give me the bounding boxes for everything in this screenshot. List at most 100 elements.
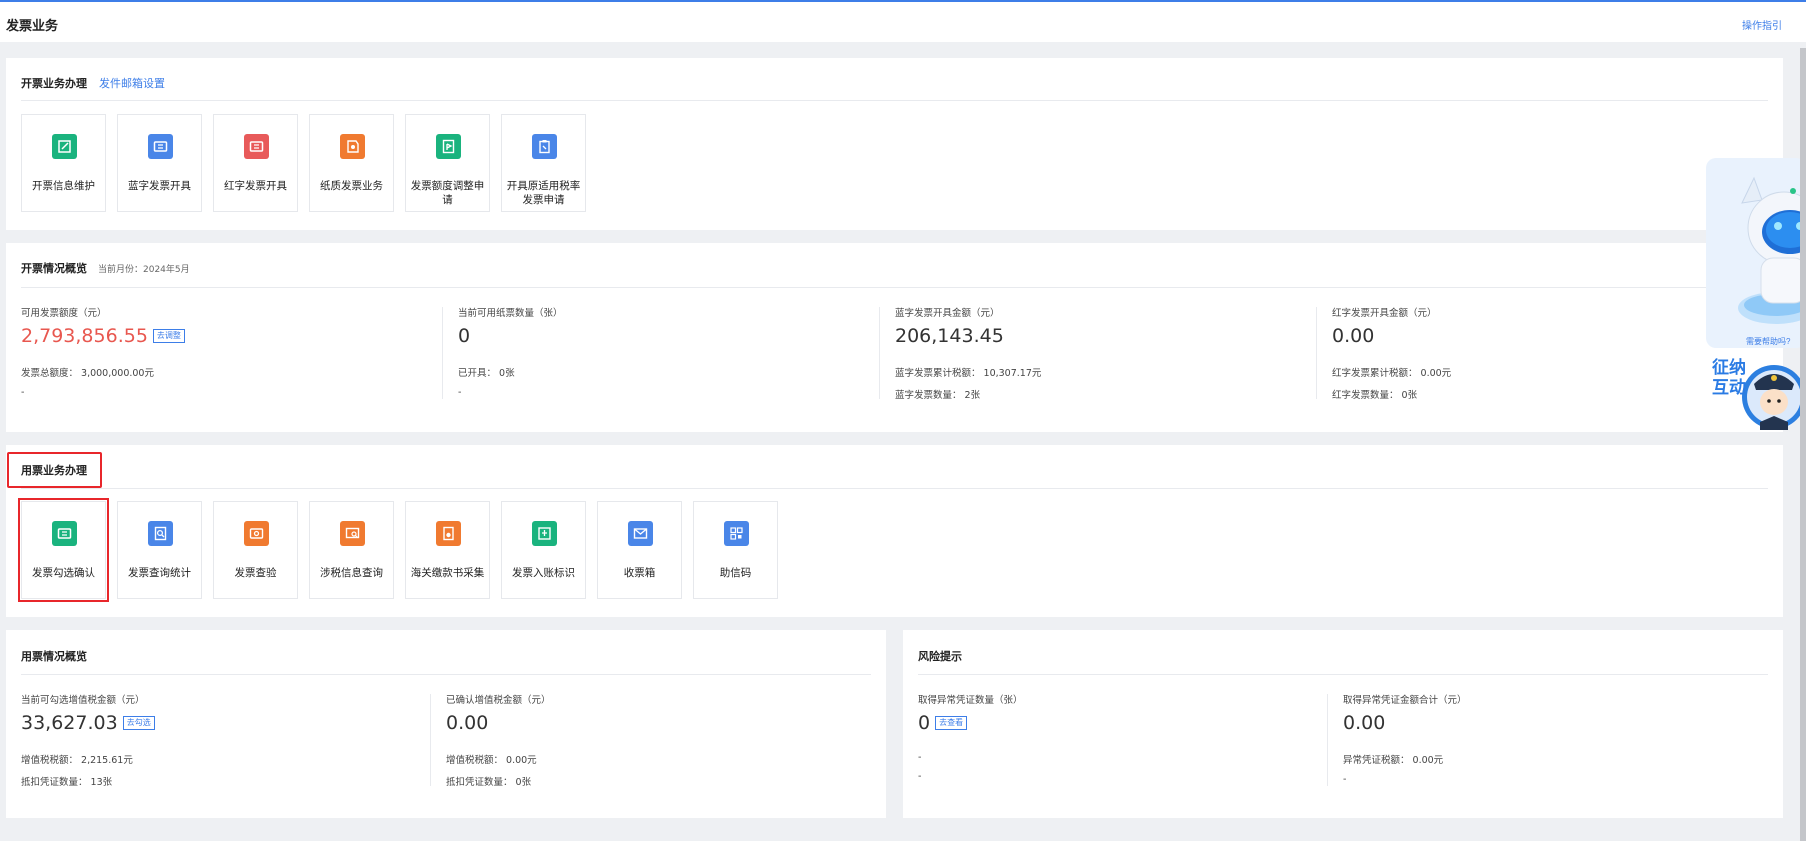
- column-divider: [442, 307, 443, 399]
- stat-detail: 已开具： 0张: [458, 368, 515, 379]
- usage-op-tile[interactable]: 发票勾选确认: [18, 498, 109, 602]
- stat-value-row: 206,143.45: [895, 325, 1041, 347]
- stat-value: 0.00: [1343, 712, 1386, 734]
- interaction-avatar[interactable]: 征纳互动: [1706, 352, 1806, 442]
- usage-op-tile-label: 发票入账标识: [512, 567, 575, 579]
- ticket-icon: [148, 134, 173, 159]
- risk-stat: 取得异常凭证数量（张） 0 去查看 - -: [918, 692, 1023, 782]
- stat-value: 2,793,856.55: [21, 325, 148, 347]
- usage-op-tile[interactable]: 发票查验: [213, 501, 298, 599]
- stat-value-row: 2,793,856.55 去调整: [21, 325, 185, 347]
- stat-value: 0: [458, 325, 471, 347]
- page-header: 发票业务 操作指引: [0, 2, 1806, 42]
- divider: [21, 488, 1768, 489]
- stat-value-row: 0.00: [446, 712, 551, 734]
- stat-detail: 红字发票数量： 0张: [1332, 390, 1418, 401]
- invoice-op-tile[interactable]: 蓝字发票开具: [117, 114, 202, 212]
- usage-stat: 当前可勾选增值税金额（元） 33,627.03 去勾选增值税税额： 2,215.61…: [21, 692, 155, 788]
- invoice-op-tile[interactable]: 开具原适用税率发票申请: [501, 114, 586, 212]
- guide-link[interactable]: 操作指引: [1742, 17, 1782, 32]
- usage-op-tile[interactable]: 发票入账标识: [501, 501, 586, 599]
- stat-label: 蓝字发票开具金额（元）: [895, 308, 1000, 319]
- adjust-icon: [436, 134, 461, 159]
- stat-detail: 增值税税额： 2,215.61元: [21, 755, 133, 766]
- invoice-op-tile-label: 开具原适用税率发票申请: [506, 180, 581, 206]
- ticket-icon: [52, 521, 77, 546]
- divider: [21, 674, 871, 675]
- stat-value-row: 0.00: [1343, 712, 1467, 734]
- stat-action-button[interactable]: 去勾选: [122, 716, 155, 730]
- stat-value: 33,627.03: [21, 712, 118, 734]
- stat-detail: -: [1343, 774, 1347, 785]
- stat-detail: 增值税税额： 0.00元: [446, 755, 537, 766]
- scrollbar[interactable]: [1800, 48, 1806, 841]
- search-doc-icon: [148, 521, 173, 546]
- divider: [21, 100, 1768, 101]
- usage-stat: 已确认增值税金额（元） 0.00 增值税税额： 0.00元 抵扣凭证数量： 0张: [446, 692, 551, 788]
- usage-op-tile-label: 海关缴款书采集: [410, 567, 485, 579]
- stat-value: 0: [918, 712, 931, 734]
- invoice-op-tile[interactable]: 红字发票开具: [213, 114, 298, 212]
- issuance-stat: 红字发票开具金额（元） 0.00 红字发票累计税额： 0.00元 红字发票数量： 0张: [1332, 305, 1451, 401]
- issuance-overview-card: 开票情况概览 当前月份：2024年5月 可用发票额度（元） 2,793,856.5…: [6, 243, 1783, 432]
- stat-label: 取得异常凭证数量（张）: [918, 695, 1023, 706]
- highlight-box-usage-title: [7, 452, 102, 488]
- issuance-stat: 蓝字发票开具金额（元） 206,143.45 蓝字发票累计税额： 10,307.17…: [895, 305, 1041, 401]
- stat-value: 0.00: [1332, 325, 1375, 347]
- invoice-ops-title: 开票业务办理: [21, 77, 87, 90]
- issuance-stat: 当前可用纸票数量（张） 0 已开具： 0张 -: [458, 305, 563, 398]
- stat-detail: 发票总额度： 3,000,000.00元: [21, 368, 154, 379]
- stat-value-row: 0.00: [1332, 325, 1451, 347]
- column-divider: [879, 307, 880, 399]
- mail-settings-link[interactable]: 发件邮箱设置: [99, 75, 165, 91]
- usage-op-tile[interactable]: 收票箱: [597, 501, 682, 599]
- usage-ops-card: 用票业务办理 发票勾选确认 发票查询统计 发票查验 涉税信息查询 海关缴款书采集 发票入账…: [6, 445, 1783, 617]
- invoice-op-tile-label: 纸质发票业务: [320, 180, 383, 192]
- usage-op-tile-label: 发票勾选确认: [32, 567, 95, 579]
- stat-value-row: 0 去查看: [918, 712, 1023, 734]
- usage-op-tile[interactable]: 涉税信息查询: [309, 501, 394, 599]
- stat-action-button[interactable]: 去查看: [935, 716, 968, 730]
- stat-detail: 抵扣凭证数量： 0张: [446, 777, 532, 788]
- stat-value-row: 33,627.03 去勾选: [21, 712, 155, 734]
- divider: [918, 674, 1768, 675]
- usage-overview-title: 用票情况概览: [21, 650, 87, 663]
- stat-value: 206,143.45: [895, 325, 1004, 347]
- invoice-op-tile-label: 蓝字发票开具: [128, 180, 191, 192]
- column-divider: [1327, 694, 1328, 786]
- invoice-op-tile[interactable]: 纸质发票业务: [309, 114, 394, 212]
- stat-detail: 蓝字发票数量： 2张: [895, 390, 981, 401]
- issuance-overview-title: 开票情况概览: [21, 262, 87, 275]
- edit-icon: [52, 134, 77, 159]
- clipboard-icon: [532, 134, 557, 159]
- column-divider: [1316, 307, 1317, 399]
- usage-op-tile[interactable]: 助信码: [693, 501, 778, 599]
- search-screen-icon: [340, 521, 365, 546]
- stat-label: 红字发票开具金额（元）: [1332, 308, 1437, 319]
- current-period: 当前月份：2024年5月: [98, 265, 190, 275]
- invoice-op-tile[interactable]: 发票额度调整申请: [405, 114, 490, 212]
- divider: [21, 287, 1768, 288]
- stat-label: 已确认增值税金额（元）: [446, 695, 551, 706]
- invoice-op-tile[interactable]: 开票信息维护: [21, 114, 106, 212]
- stat-action-button[interactable]: 去调整: [152, 329, 185, 343]
- risk-card: 风险提示 取得异常凭证数量（张） 0 去查看 - - 取得异常凭证金额合计（元） 0.00 异…: [903, 630, 1783, 818]
- stat-label: 取得异常凭证金额合计（元）: [1343, 695, 1467, 706]
- help-robot[interactable]: 需要帮助吗?: [1706, 158, 1806, 348]
- usage-op-tile[interactable]: 发票查询统计: [117, 501, 202, 599]
- invoice-op-tile-label: 红字发票开具: [224, 180, 287, 192]
- stat-label: 当前可勾选增值税金额（元）: [21, 695, 145, 706]
- stat-detail: 蓝字发票累计税额： 10,307.17元: [895, 368, 1042, 379]
- ticket-icon: [244, 134, 269, 159]
- risk-stat: 取得异常凭证金额合计（元） 0.00 异常凭证税额： 0.00元 -: [1343, 692, 1467, 785]
- stat-label: 当前可用纸票数量（张）: [458, 308, 563, 319]
- qrcode-icon: [724, 521, 749, 546]
- usage-op-tile-label: 发票查验: [234, 567, 277, 579]
- usage-op-tile[interactable]: 海关缴款书采集: [405, 501, 490, 599]
- stat-value: 0.00: [446, 712, 489, 734]
- mail-icon: [628, 521, 653, 546]
- stat-detail: 红字发票累计税额： 0.00元: [1332, 368, 1452, 379]
- robot-icon: 需要帮助吗?: [1706, 158, 1806, 348]
- robot-caption: 需要帮助吗?: [1746, 336, 1791, 346]
- stat-detail: -: [21, 387, 25, 398]
